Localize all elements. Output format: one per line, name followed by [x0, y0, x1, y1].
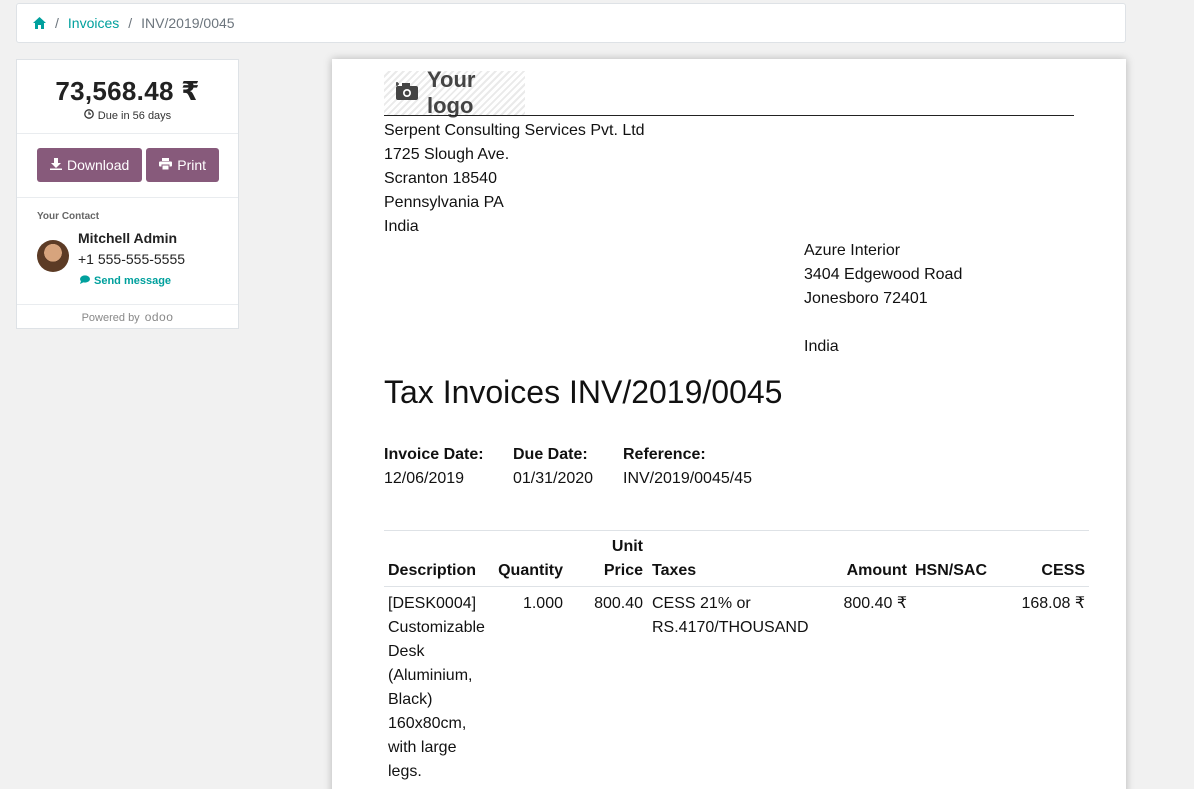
contact-phone: +1 555-555-5555 — [78, 251, 186, 267]
due-info: Due in 56 days — [17, 109, 238, 122]
description-line: (Aluminium, — [388, 667, 473, 684]
due-date-block: Due Date: 01/31/2020 — [513, 443, 593, 491]
customer-country: India — [804, 338, 839, 355]
breadcrumb: / Invoices / INV/2019/0045 — [16, 3, 1126, 43]
company-country: India — [384, 218, 419, 235]
invoice-title: Tax Invoices INV/2019/0045 — [384, 374, 783, 410]
breadcrumb-separator: / — [128, 15, 133, 31]
amount-due: 73,568.48 ₹ — [55, 76, 200, 106]
customer-name: Azure Interior — [804, 242, 901, 259]
chat-icon — [80, 275, 91, 287]
reference-label: Reference: — [623, 446, 706, 463]
amount-section: 73,568.48 ₹ Due in 56 days — [17, 60, 238, 134]
invoice-date-value: 12/06/2019 — [384, 470, 465, 487]
print-label: Print — [177, 157, 207, 173]
invoice-document: Your logo Serpent Consulting Services Pv… — [332, 59, 1126, 789]
powered-by-label: Powered by — [81, 312, 140, 324]
description-line: Desk — [388, 643, 425, 660]
company-city: Scranton 18540 — [384, 170, 497, 187]
download-button[interactable]: Download — [37, 148, 143, 182]
header-taxes: Taxes — [652, 562, 697, 579]
contact-label: Your Contact — [37, 211, 100, 222]
clock-icon — [83, 109, 94, 122]
customer-blank-line — [804, 311, 962, 335]
camera-icon — [395, 81, 418, 105]
print-button[interactable]: Print — [146, 148, 220, 182]
customer-street: 3404 Edgewood Road — [804, 266, 963, 283]
row-unit-price: 800.40 — [594, 595, 643, 612]
invoice-date-block: Invoice Date: 12/06/2019 — [384, 443, 484, 491]
print-icon — [159, 157, 173, 173]
breadcrumb-current: INV/2019/0045 — [141, 15, 235, 31]
contact-section: Your Contact Mitchell Admin +1 555-555-5… — [17, 198, 238, 305]
header-divider — [384, 115, 1074, 116]
tax-line: RS.4170/THOUSAND — [652, 619, 809, 636]
send-message-link[interactable]: Send message — [80, 275, 185, 287]
invoice-sidebar: 73,568.48 ₹ Due in 56 days Download Prin… — [16, 59, 239, 329]
contact-name: Mitchell Admin — [78, 230, 178, 246]
row-quantity: 1.000 — [522, 595, 563, 612]
reference-block: Reference: INV/2019/0045/45 — [623, 443, 752, 491]
powered-by: Powered by odoo — [17, 305, 238, 324]
customer-address: Azure Interior 3404 Edgewood Road Jonesb… — [804, 239, 962, 359]
company-logo: Your logo — [384, 67, 525, 118]
row-description: [DESK0004] Customizable Desk (Aluminium,… — [388, 592, 492, 784]
row-amount: 800.40 ₹ — [843, 595, 907, 612]
table-header: Description Quantity Unit Price Taxes Am… — [384, 535, 1089, 587]
description-line: Customizable — [388, 619, 485, 636]
customer-city: Jonesboro 72401 — [804, 290, 928, 307]
logo-text: Your logo — [427, 67, 476, 118]
header-hsn-sac: HSN/SAC — [915, 562, 988, 579]
header-quantity: Quantity — [498, 562, 563, 579]
header-unit-price-line1: Unit — [611, 538, 643, 555]
due-text: Due in 56 days — [97, 109, 172, 122]
download-icon — [50, 157, 62, 173]
header-amount: Amount — [846, 562, 907, 579]
description-line: with large — [388, 739, 457, 756]
header-cess: CESS — [1041, 562, 1085, 579]
description-line: Black) — [388, 691, 433, 708]
tax-line: CESS 21% or — [652, 595, 751, 612]
company-name: Serpent Consulting Services Pvt. Ltd — [384, 122, 645, 139]
reference-value: INV/2019/0045/45 — [623, 470, 752, 487]
invoice-date-label: Invoice Date: — [384, 446, 484, 463]
company-street: 1725 Slough Ave. — [384, 146, 510, 163]
header-unit-price-line2: Price — [603, 562, 643, 579]
avatar — [37, 240, 69, 272]
send-message-label: Send message — [94, 275, 172, 287]
row-cess: 168.08 ₹ — [1021, 595, 1085, 612]
home-icon[interactable] — [33, 17, 46, 29]
odoo-logo[interactable]: odoo — [145, 310, 174, 324]
due-date-value: 01/31/2020 — [513, 470, 594, 487]
action-buttons: Download Print — [17, 134, 238, 198]
table-top-border — [384, 530, 1089, 531]
due-date-label: Due Date: — [513, 446, 588, 463]
company-state: Pennsylvania PA — [384, 194, 504, 211]
header-description: Description — [388, 562, 477, 579]
description-line: legs. — [388, 763, 422, 780]
description-line: [DESK0004] — [388, 595, 477, 612]
breadcrumb-invoices-link[interactable]: Invoices — [68, 15, 119, 31]
company-address: Serpent Consulting Services Pvt. Ltd 172… — [384, 119, 645, 239]
row-taxes: CESS 21% or RS.4170/THOUSAND — [652, 592, 822, 640]
description-line: 160x80cm, — [388, 715, 467, 732]
breadcrumb-separator: / — [55, 15, 59, 31]
download-label: Download — [67, 157, 130, 173]
